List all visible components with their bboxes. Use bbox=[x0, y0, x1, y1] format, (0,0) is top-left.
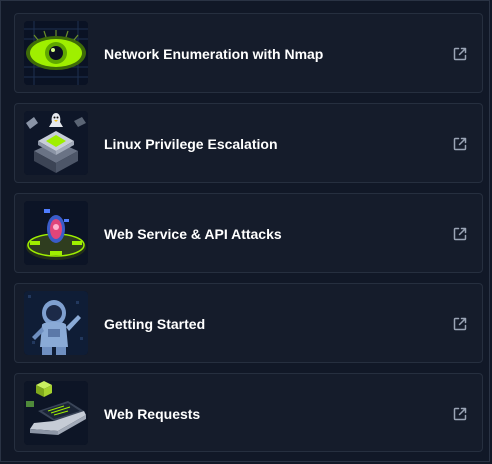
module-title: Web Service & API Attacks bbox=[104, 226, 282, 242]
laptop-cube-icon bbox=[24, 381, 88, 445]
external-link-icon[interactable] bbox=[452, 136, 468, 152]
external-link-icon[interactable] bbox=[452, 226, 468, 242]
module-title: Linux Privilege Escalation bbox=[104, 136, 278, 152]
module-list: Network Enumeration with Nmap Linux Priv… bbox=[0, 0, 490, 462]
astronaut-icon bbox=[24, 291, 88, 355]
green-eye-icon bbox=[24, 21, 88, 85]
module-card-web-service-api[interactable]: Web Service & API Attacks bbox=[14, 193, 483, 273]
module-title: Getting Started bbox=[104, 316, 206, 332]
external-link-icon[interactable] bbox=[452, 406, 468, 422]
module-title: Web Requests bbox=[104, 406, 201, 422]
module-card-getting-started[interactable]: Getting Started bbox=[14, 283, 483, 363]
external-link-icon[interactable] bbox=[452, 316, 468, 332]
external-link-icon[interactable] bbox=[452, 46, 468, 62]
module-title: Network Enumeration with Nmap bbox=[104, 46, 324, 62]
module-card-web-requests[interactable]: Web Requests bbox=[14, 373, 483, 452]
module-card-network-enumeration[interactable]: Network Enumeration with Nmap bbox=[14, 13, 483, 93]
web-shield-platform-icon bbox=[24, 201, 88, 265]
module-card-linux-privesc[interactable]: Linux Privilege Escalation bbox=[14, 103, 483, 183]
linux-server-stack-icon bbox=[24, 111, 88, 175]
